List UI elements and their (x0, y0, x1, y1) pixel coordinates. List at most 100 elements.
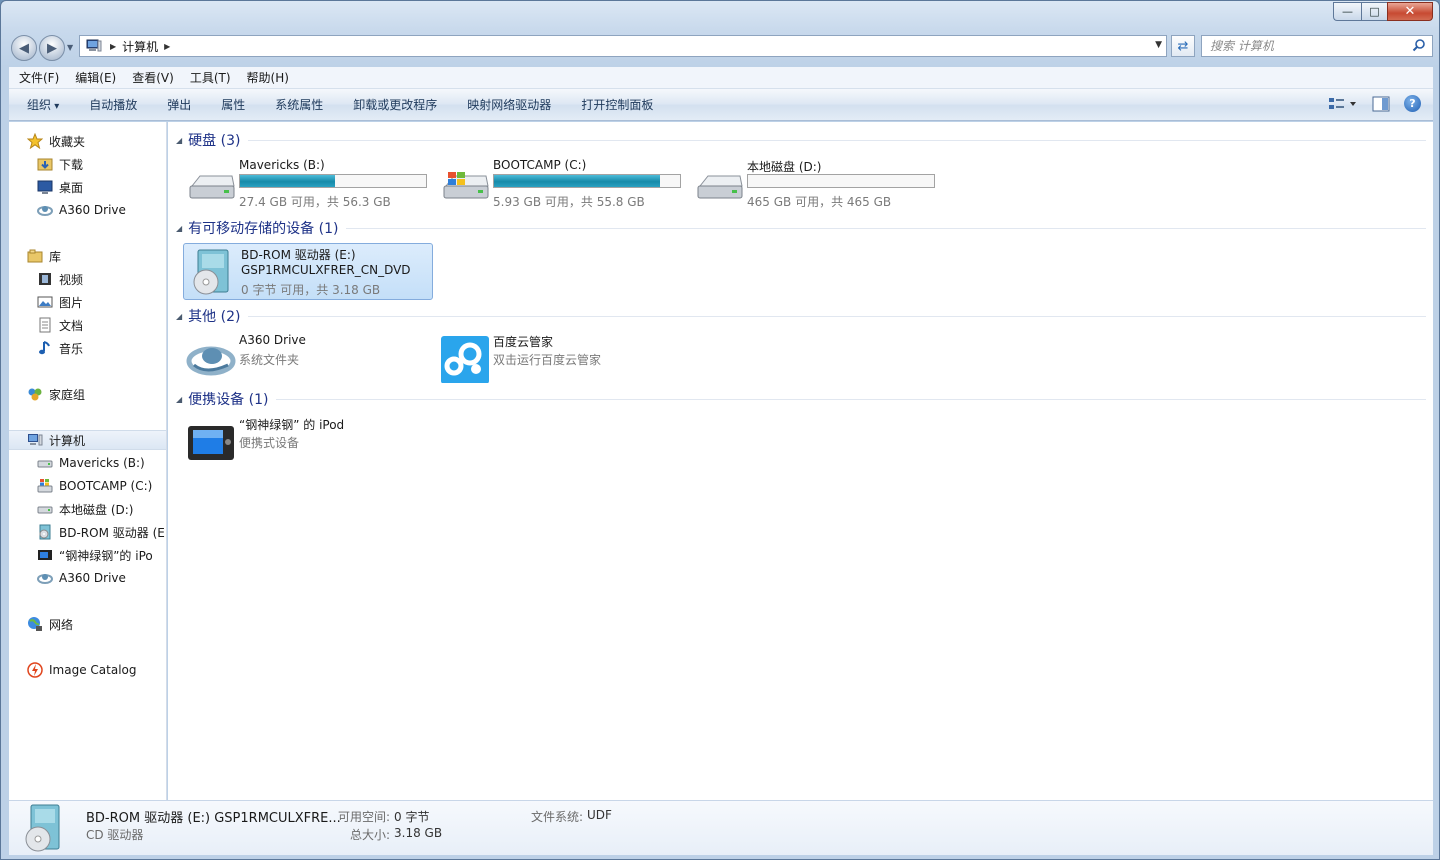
autoplay-button[interactable]: 自动播放 (89, 96, 137, 113)
pictures-icon (37, 294, 53, 310)
organize-button[interactable]: 组织 (27, 96, 59, 113)
nav-homegroup[interactable]: 家庭组 (9, 384, 166, 404)
libraries-icon (27, 248, 43, 264)
system-properties-button[interactable]: 系统属性 (275, 96, 323, 113)
menu-help[interactable]: 帮助(H) (247, 69, 289, 86)
search-box[interactable] (1201, 35, 1433, 57)
dvd-drive-icon (193, 249, 229, 295)
nav-favorites[interactable]: 收藏夹 (9, 131, 166, 151)
explorer-window: — □ ✕ ◀ ▶ ▼ ▶ 计算机 ▶ ▼ ⇄ 文件(F) 编辑(E) 查看(V… (0, 0, 1440, 860)
maximize-button[interactable]: □ (1361, 2, 1387, 21)
star-icon (27, 133, 43, 149)
collapse-icon[interactable]: ◢ (176, 395, 182, 404)
nav-a360-computer[interactable]: A360 Drive (9, 568, 166, 588)
search-input[interactable] (1210, 39, 1400, 53)
collapse-icon[interactable]: ◢ (176, 224, 182, 233)
nav-image-catalog[interactable]: Image Catalog (9, 660, 166, 680)
breadcrumb-separator-icon[interactable]: ▶ (110, 42, 116, 51)
forward-arrow-icon: ▶ (47, 40, 57, 56)
item-ipod[interactable]: “钢神绿钢” 的 iPod 便携式设备 (182, 414, 432, 470)
drive-tile-bdrom[interactable]: BD-ROM 驱动器 (E:) GSP1RMCULXFRER_CN_DVD 0 … (183, 243, 433, 300)
menu-file[interactable]: 文件(F) (19, 69, 59, 86)
open-control-panel-button[interactable]: 打开控制面板 (581, 96, 653, 113)
map-network-drive-button[interactable]: 映射网络驱动器 (467, 96, 551, 113)
menu-bar: 文件(F) 编辑(E) 查看(V) 工具(T) 帮助(H) (9, 67, 1433, 89)
nav-documents[interactable]: 文档 (9, 315, 166, 335)
nav-drive-mavericks[interactable]: Mavericks (B:) (9, 453, 166, 473)
nav-computer[interactable]: 计算机 (9, 430, 166, 450)
content-pane: ◢ 硬盘 (3) Mavericks (B:) 27.4 GB 可用，共 56.… (168, 122, 1433, 800)
collapse-icon[interactable]: ◢ (176, 312, 182, 321)
details-fs-label: 文件系统: (531, 810, 584, 824)
recent-pages-dropdown[interactable]: ▼ (67, 43, 73, 52)
group-header-hard-drives[interactable]: ◢ 硬盘 (3) (176, 130, 1426, 150)
forward-button[interactable]: ▶ (39, 35, 65, 61)
nav-libraries[interactable]: 库 (9, 246, 166, 266)
minimize-button[interactable]: — (1333, 2, 1361, 21)
item-a360-drive[interactable]: A360 Drive 系统文件夹 (182, 331, 432, 387)
details-item-type: CD 驱动器 (86, 828, 144, 842)
nav-a360-favorite[interactable]: A360 Drive (9, 200, 166, 220)
drive-tile-bootcamp[interactable]: BOOTCAMP (C:) 5.93 GB 可用，共 55.8 GB (436, 156, 686, 212)
portable-device-icon (188, 426, 234, 460)
group-header-portable[interactable]: ◢ 便携设备 (1) (176, 389, 1426, 409)
homegroup-icon (27, 386, 43, 402)
address-history-dropdown-icon[interactable]: ▼ (1155, 40, 1162, 50)
nav-drive-bdrom[interactable]: BD-ROM 驱动器 (E (9, 522, 166, 542)
navigation-pane: 收藏夹 下载 桌面 A360 Drive 库 视频 图片 文档 音乐 家庭组 计… (9, 122, 167, 800)
a360-drive-icon (37, 202, 53, 218)
group-header-other[interactable]: ◢ 其他 (2) (176, 306, 1426, 326)
help-icon[interactable]: ? (1404, 95, 1421, 112)
back-button[interactable]: ◀ (11, 35, 37, 61)
menu-tools[interactable]: 工具(T) (190, 69, 231, 86)
search-icon[interactable] (1412, 38, 1426, 52)
details-pane: BD-ROM 驱动器 (E:) GSP1RMCULXFRE... CD 驱动器 … (9, 800, 1433, 855)
details-free-value: 0 字节 (394, 810, 430, 824)
close-icon: ✕ (1404, 4, 1416, 19)
a360-drive-icon (186, 346, 236, 376)
music-icon (37, 340, 53, 356)
breadcrumb-computer[interactable]: 计算机 (122, 38, 158, 55)
windows-drive-icon (443, 172, 489, 199)
eject-button[interactable]: 弹出 (167, 96, 191, 113)
group-header-removable[interactable]: ◢ 有可移动存储的设备 (1) (176, 218, 1426, 238)
nav-ipod[interactable]: “钢神绿钢”的 iPo (9, 545, 166, 565)
drive-usage-fill (240, 175, 335, 187)
nav-videos[interactable]: 视频 (9, 269, 166, 289)
breadcrumb-separator-icon[interactable]: ▶ (164, 42, 170, 51)
drive-usage-bar (239, 174, 427, 188)
nav-music[interactable]: 音乐 (9, 338, 166, 358)
drive-tile-mavericks[interactable]: Mavericks (B:) 27.4 GB 可用，共 56.3 GB (182, 156, 432, 212)
menu-edit[interactable]: 编辑(E) (75, 69, 116, 86)
address-bar[interactable]: ▶ 计算机 ▶ ▼ (79, 35, 1167, 57)
drive-tile-local-d[interactable]: 本地磁盘 (D:) 465 GB 可用，共 465 GB (690, 156, 940, 212)
close-button[interactable]: ✕ (1387, 2, 1433, 21)
menu-view[interactable]: 查看(V) (132, 69, 174, 86)
nav-downloads[interactable]: 下载 (9, 154, 166, 174)
nav-drive-local-d[interactable]: 本地磁盘 (D:) (9, 499, 166, 519)
computer-icon (27, 432, 43, 448)
drive-usage-fill (494, 175, 660, 187)
properties-button[interactable]: 属性 (221, 96, 245, 113)
nav-desktop[interactable]: 桌面 (9, 177, 166, 197)
image-catalog-icon (27, 662, 43, 678)
nav-network[interactable]: 网络 (9, 614, 166, 634)
details-total-value: 3.18 GB (394, 826, 443, 840)
baidu-cloud-icon (441, 336, 489, 383)
nav-pictures[interactable]: 图片 (9, 292, 166, 312)
preview-pane-icon[interactable] (1372, 96, 1390, 112)
change-view-icon[interactable] (1328, 97, 1358, 111)
network-icon (27, 616, 43, 632)
uninstall-program-button[interactable]: 卸载或更改程序 (353, 96, 437, 113)
collapse-icon[interactable]: ◢ (176, 136, 182, 145)
drive-usage-bar (493, 174, 681, 188)
dvd-drive-icon (37, 524, 53, 540)
refresh-button[interactable]: ⇄ (1171, 35, 1195, 57)
item-baidu-cloud[interactable]: 百度云管家 双击运行百度云管家 (436, 331, 686, 387)
details-item-name: BD-ROM 驱动器 (E:) GSP1RMCULXFRE... (86, 811, 341, 826)
dvd-drive-icon (25, 804, 60, 852)
maximize-icon: □ (1369, 5, 1380, 18)
command-bar: 组织 自动播放 弹出 属性 系统属性 卸载或更改程序 映射网络驱动器 打开控制面… (9, 89, 1433, 121)
nav-drive-bootcamp[interactable]: BOOTCAMP (C:) (9, 476, 166, 496)
video-icon (37, 271, 53, 287)
